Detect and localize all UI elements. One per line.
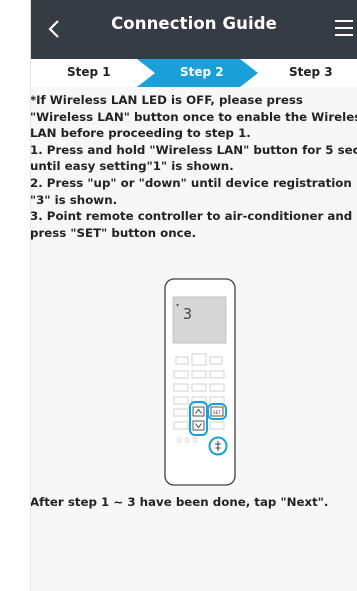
remote-controller-illustration: ▾ 3 SET: [164, 278, 236, 486]
hamburger-menu-icon: [335, 20, 353, 22]
step-1-tab[interactable]: Step 1: [67, 65, 111, 79]
app-screen: Connection Guide Step 1 Step 2 Step 3 *I…: [31, 0, 357, 591]
hamburger-line: [335, 34, 353, 36]
hamburger-line: [335, 27, 353, 29]
set-button-label: SET: [213, 410, 221, 415]
guide-content: *If Wireless LAN LED is OFF, please pres…: [31, 87, 357, 591]
remote-display-value: 3: [183, 305, 192, 323]
header-bar: Connection Guide: [31, 0, 357, 59]
step-2-tab[interactable]: Step 2: [180, 65, 224, 79]
svg-text:▾: ▾: [176, 302, 179, 309]
step-3-tab[interactable]: Step 3: [289, 65, 333, 79]
down-button: [192, 420, 205, 431]
left-margin: [0, 0, 31, 591]
menu-button[interactable]: [333, 15, 355, 41]
instruction-text: *If Wireless LAN LED is OFF, please pres…: [31, 93, 357, 240]
completion-hint: After step 1 ~ 3 have been done, tap "Ne…: [31, 495, 329, 509]
page-title: Connection Guide: [111, 14, 277, 33]
step-indicator: Step 1 Step 2 Step 3: [31, 59, 357, 87]
up-button: [192, 406, 205, 417]
